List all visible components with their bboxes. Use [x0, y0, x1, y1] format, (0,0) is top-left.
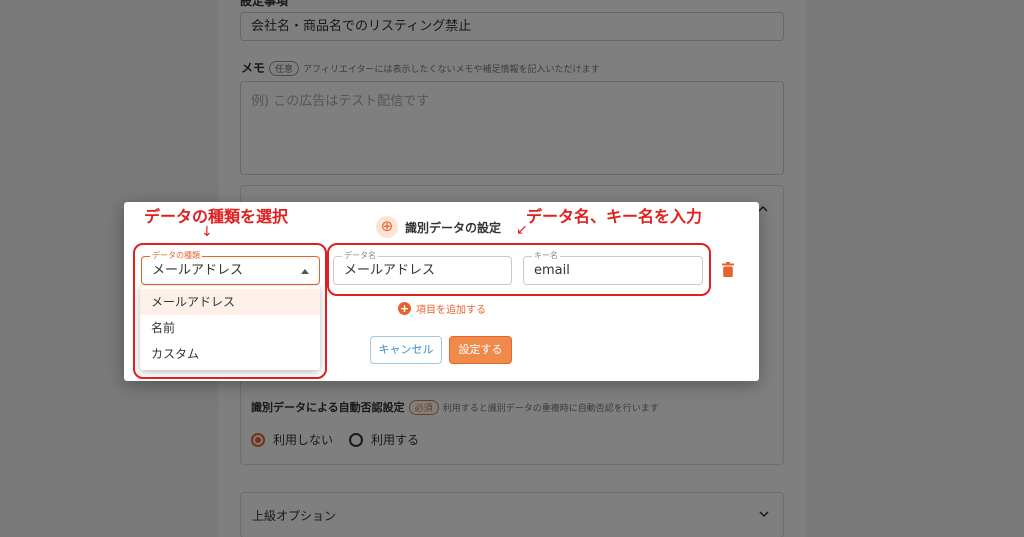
dialog-title: 識別データの設定	[405, 221, 502, 235]
plus-circle-icon: +	[398, 302, 411, 315]
annotation-box-type	[133, 243, 327, 379]
annotation-enter-names: データ名、キー名を入力	[526, 207, 703, 226]
annotation-arrow-down: ↓	[201, 224, 213, 240]
submit-button[interactable]: 設定する	[449, 336, 512, 364]
add-item-label: 項目を追加する	[416, 305, 486, 316]
annotation-select-type: データの種類を選択	[144, 207, 289, 226]
add-item-button[interactable]: + 項目を追加する	[398, 301, 486, 316]
annotation-box-fields	[327, 243, 711, 296]
annotation-arrow-diagonal: ↙	[516, 222, 528, 238]
trash-icon[interactable]	[722, 262, 734, 277]
cancel-button[interactable]: キャンセル	[370, 336, 442, 364]
plus-circle-icon: ⊕	[376, 216, 398, 238]
